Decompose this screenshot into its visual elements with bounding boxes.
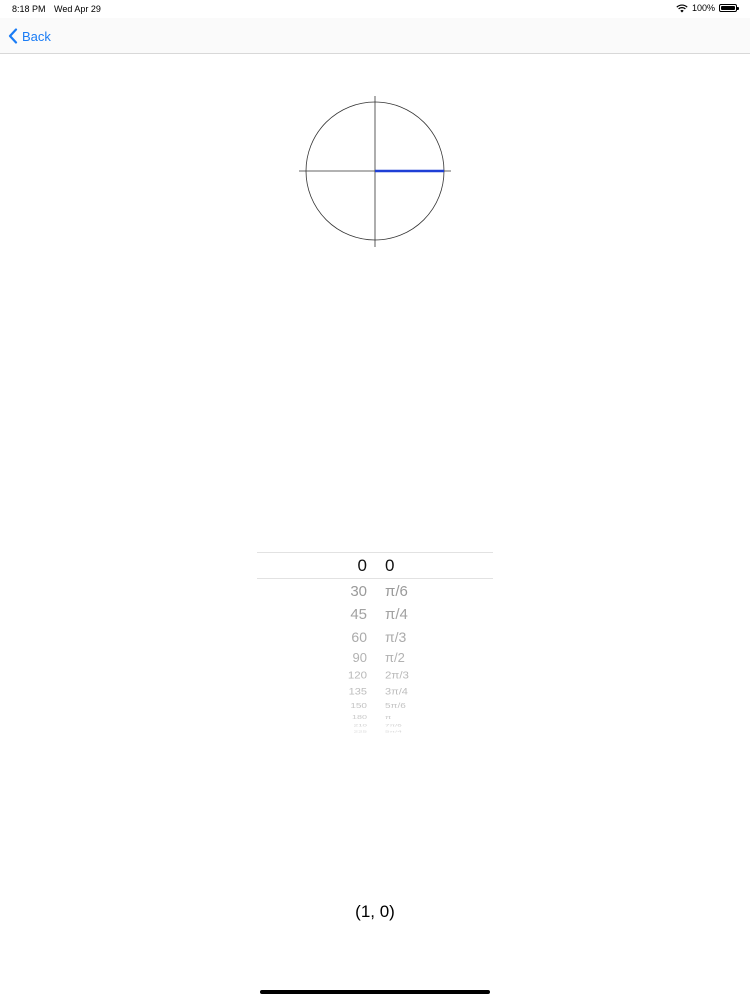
chevron-left-icon (8, 28, 18, 44)
coordinates-label: (1, 0) (355, 902, 395, 921)
picker-radians: 2π/3 (385, 670, 409, 682)
home-indicator[interactable] (260, 990, 490, 994)
back-label: Back (22, 28, 51, 44)
battery-icon (719, 4, 739, 12)
picker-radians: π/4 (385, 606, 408, 623)
picker-degrees: 180 (351, 714, 367, 720)
picker-degrees: 225 (353, 729, 367, 734)
picker-row[interactable]: 120 2π/3 (257, 670, 493, 683)
status-time: 8:18 PM (12, 4, 46, 14)
picker-radians: 0 (385, 556, 395, 575)
picker-radians: 3π/4 (385, 686, 408, 697)
picker-degrees: 30 (350, 582, 367, 600)
battery-percent: 100% (691, 3, 715, 13)
picker-row[interactable]: 60 π/3 (257, 628, 493, 646)
picker-selection-bottom-line (257, 578, 493, 579)
picker-radians: 5π/6 (385, 702, 406, 710)
picker-degrees: 135 (348, 686, 367, 697)
picker-degrees: 150 (350, 702, 367, 710)
picker-degrees: 0 (357, 556, 367, 575)
picker-degrees: 60 (351, 629, 367, 645)
picker-radians: 5π/4 (385, 729, 402, 734)
picker-degrees: 45 (350, 606, 367, 623)
status-right: 100% (676, 3, 739, 13)
navigation-bar: Back (0, 18, 750, 54)
picker-degrees: 120 (347, 670, 367, 682)
picker-radians: π/6 (385, 582, 408, 600)
picker-degrees: 210 (353, 722, 367, 728)
picker-row-selected[interactable]: 0 0 (257, 556, 493, 576)
picker-row[interactable]: 45 π/4 (257, 605, 493, 624)
picker-radians: π/2 (385, 649, 405, 665)
unit-circle-diagram (299, 96, 451, 247)
picker-degrees: 90 (352, 649, 367, 665)
status-bar: 8:18 PM Wed Apr 29 100% (0, 0, 750, 18)
picker-row[interactable]: 225 5π/4 (257, 729, 493, 734)
angle-picker[interactable]: 0 0 30 π/6 45 π/4 60 π/3 90 π/2 120 2π/3… (257, 552, 493, 742)
status-date: Wed Apr 29 (54, 4, 101, 14)
picker-row[interactable]: 180 π (257, 714, 493, 720)
picker-radians: 7π/6 (385, 722, 402, 728)
picker-radians: π/3 (385, 629, 407, 645)
picker-row[interactable]: 90 π/2 (257, 649, 493, 665)
picker-row[interactable]: 150 5π/6 (257, 702, 493, 711)
picker-row[interactable]: 30 π/6 (257, 581, 493, 601)
picker-row[interactable]: 210 7π/6 (257, 723, 493, 727)
picker-selection-top-line (257, 552, 493, 553)
picker-row[interactable]: 135 3π/4 (257, 686, 493, 697)
picker-radians: π (385, 714, 392, 720)
back-button[interactable]: Back (8, 26, 51, 46)
wifi-icon (676, 3, 688, 12)
